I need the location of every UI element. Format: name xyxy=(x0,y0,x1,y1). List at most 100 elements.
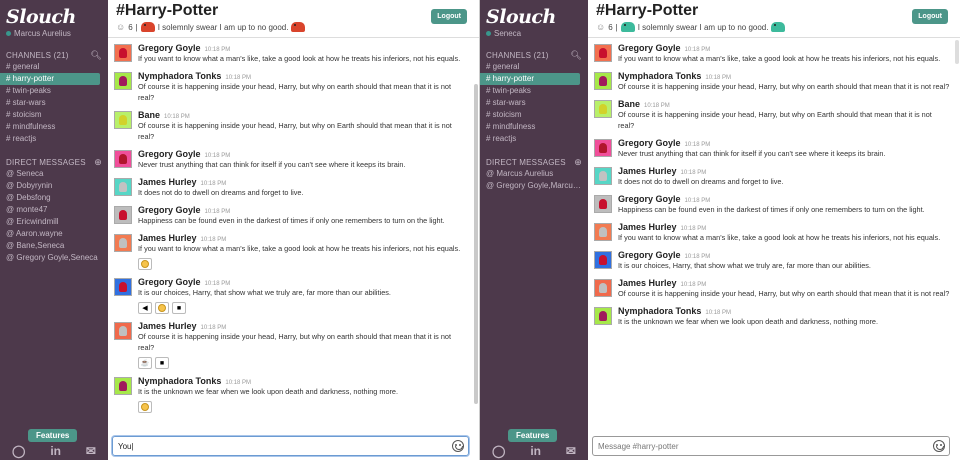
message-author[interactable]: James Hurley xyxy=(618,278,677,288)
channel-item[interactable]: # stoicism xyxy=(480,109,588,121)
dm-item[interactable]: @ Ericwindmill xyxy=(0,216,108,228)
reaction-emoji-icon[interactable] xyxy=(138,258,152,270)
dm-item[interactable]: @ Gregory Goyle,Marcus A... xyxy=(480,180,588,192)
channel-item-active[interactable]: # harry-potter xyxy=(480,73,580,85)
message-author[interactable]: James Hurley xyxy=(138,177,197,187)
avatar[interactable] xyxy=(114,72,132,90)
logout-button[interactable]: Logout xyxy=(912,9,948,24)
bird-icon xyxy=(291,22,306,32)
avatar[interactable] xyxy=(114,206,132,224)
avatar[interactable] xyxy=(114,178,132,196)
reaction-emoji-icon[interactable]: ◀ xyxy=(138,302,152,314)
message-author[interactable]: Gregory Goyle xyxy=(138,205,201,215)
message-author[interactable]: Bane xyxy=(138,110,160,120)
scrollbar[interactable] xyxy=(474,84,478,404)
creature-icon xyxy=(620,22,635,32)
avatar[interactable] xyxy=(594,223,612,241)
message-author[interactable]: Gregory Goyle xyxy=(138,43,201,53)
avatar[interactable] xyxy=(594,195,612,213)
message-input[interactable]: Message #harry-potter xyxy=(592,436,950,456)
message-author[interactable]: Nymphadora Tonks xyxy=(138,71,221,81)
channel-item[interactable]: # reactjs xyxy=(480,133,588,145)
message-text: Of course it is happening inside your he… xyxy=(618,289,950,298)
avatar[interactable] xyxy=(594,307,612,325)
reaction-emoji-icon[interactable] xyxy=(155,302,169,314)
channel-item[interactable]: # reactjs xyxy=(0,133,108,145)
avatar[interactable] xyxy=(114,44,132,62)
message-item: Bane 10:18 PM Of course it is happening in… xyxy=(594,99,950,131)
avatar[interactable] xyxy=(594,251,612,269)
message-author[interactable]: Gregory Goyle xyxy=(618,43,681,53)
add-dm-icon[interactable]: ⊕ xyxy=(574,157,582,168)
channel-item-active[interactable]: # harry-potter xyxy=(0,73,100,85)
reaction-emoji-icon[interactable]: ☕ xyxy=(138,357,152,369)
avatar[interactable] xyxy=(114,377,132,395)
dm-item[interactable]: @ monte47 xyxy=(0,204,108,216)
message-author[interactable]: Gregory Goyle xyxy=(618,194,681,204)
message-author[interactable]: James Hurley xyxy=(618,166,677,176)
channel-item[interactable]: # twin-peaks xyxy=(0,85,108,97)
dm-item[interactable]: @ Gregory Goyle,Seneca xyxy=(0,252,108,264)
message-author[interactable]: Nymphadora Tonks xyxy=(618,71,701,81)
mail-icon[interactable]: ✉ xyxy=(86,444,96,458)
logout-button[interactable]: Logout xyxy=(431,9,467,24)
channel-item[interactable]: # general xyxy=(0,61,108,73)
avatar[interactable] xyxy=(594,139,612,157)
scrollbar[interactable] xyxy=(955,40,959,64)
github-icon[interactable]: ◯ xyxy=(12,444,25,458)
dm-item[interactable]: @ Marcus Aurelius xyxy=(480,168,588,180)
emoji-picker-icon[interactable] xyxy=(933,440,945,452)
message-author[interactable]: Nymphadora Tonks xyxy=(618,306,701,316)
message-author[interactable]: Gregory Goyle xyxy=(138,149,201,159)
avatar[interactable] xyxy=(114,322,132,340)
message-author[interactable]: Bane xyxy=(618,99,640,109)
github-icon[interactable]: ◯ xyxy=(492,444,505,458)
reaction-emoji-icon[interactable]: ■ xyxy=(172,302,186,314)
reaction-list xyxy=(138,258,469,270)
avatar[interactable] xyxy=(594,167,612,185)
message-author[interactable]: Nymphadora Tonks xyxy=(138,376,221,386)
dm-item[interactable]: @ Aaron.wayne xyxy=(0,228,108,240)
linkedin-icon[interactable]: in xyxy=(530,444,541,458)
avatar[interactable] xyxy=(114,150,132,168)
avatar[interactable] xyxy=(594,279,612,297)
message-author[interactable]: Gregory Goyle xyxy=(618,250,681,260)
dm-item[interactable]: @ Dobyrynin xyxy=(0,180,108,192)
message-author[interactable]: James Hurley xyxy=(138,321,197,331)
search-icon[interactable]: 🔍︎ xyxy=(570,50,582,61)
avatar[interactable] xyxy=(594,44,612,62)
dm-item[interactable]: @ Seneca xyxy=(0,168,108,180)
message-author[interactable]: Gregory Goyle xyxy=(618,138,681,148)
message-author[interactable]: James Hurley xyxy=(138,233,197,243)
channel-item[interactable]: # general xyxy=(480,61,588,73)
channel-item[interactable]: # twin-peaks xyxy=(480,85,588,97)
emoji-picker-icon[interactable] xyxy=(452,440,464,452)
search-icon[interactable]: 🔍︎ xyxy=(90,50,102,61)
message-item: James Hurley 10:18 PM If you want to know … xyxy=(114,233,469,270)
avatar[interactable] xyxy=(594,100,612,118)
channel-item[interactable]: # mindfulness xyxy=(0,121,108,133)
message-author[interactable]: James Hurley xyxy=(618,222,677,232)
message-author[interactable]: Gregory Goyle xyxy=(138,277,201,287)
add-dm-icon[interactable]: ⊕ xyxy=(94,157,102,168)
reaction-emoji-icon[interactable]: ■ xyxy=(155,357,169,369)
dm-item[interactable]: @ Bane,Seneca xyxy=(0,240,108,252)
message-text: If you want to know what a man's like, t… xyxy=(618,54,941,63)
channel-item[interactable]: # star-wars xyxy=(0,97,108,109)
linkedin-icon[interactable]: in xyxy=(50,444,61,458)
channel-item[interactable]: # star-wars xyxy=(480,97,588,109)
avatar[interactable] xyxy=(594,72,612,90)
avatar[interactable] xyxy=(114,278,132,296)
features-button[interactable]: Features xyxy=(28,429,78,442)
avatar[interactable] xyxy=(114,111,132,129)
avatar[interactable] xyxy=(114,234,132,252)
reaction-emoji-icon[interactable] xyxy=(138,401,152,413)
mail-icon[interactable]: ✉ xyxy=(566,444,576,458)
channel-item[interactable]: # stoicism xyxy=(0,109,108,121)
features-button[interactable]: Features xyxy=(508,429,558,442)
message-input[interactable]: You | xyxy=(112,436,469,456)
dm-item[interactable]: @ Debsfong xyxy=(0,192,108,204)
message-item: Gregory Goyle 10:18 PM It is our choices, … xyxy=(114,277,469,314)
channel-item[interactable]: # mindfulness xyxy=(480,121,588,133)
smiley-icon xyxy=(158,304,166,312)
